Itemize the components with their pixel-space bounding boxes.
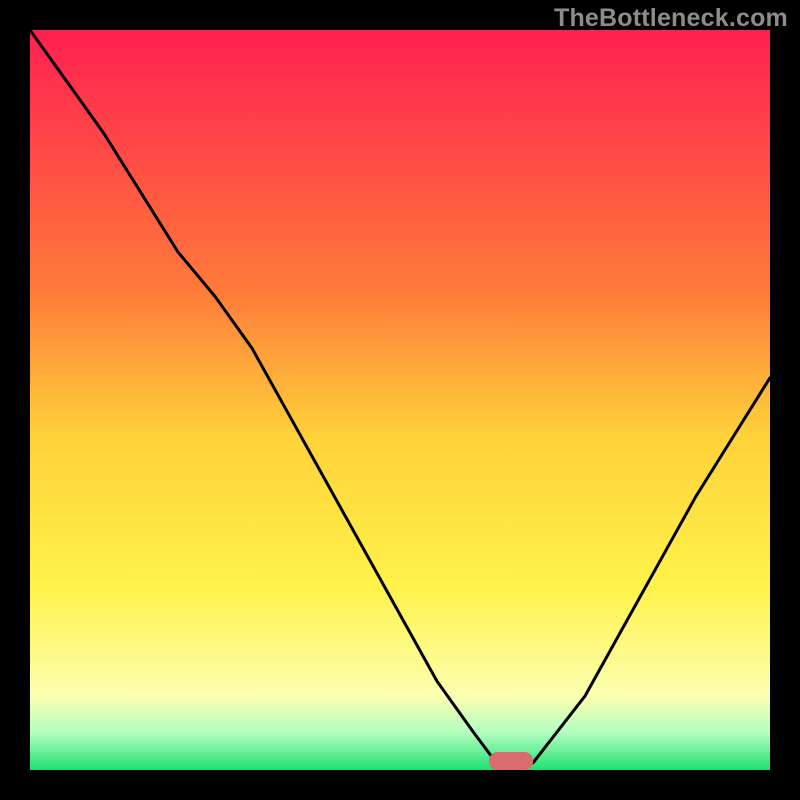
bottleneck-chart — [30, 30, 770, 770]
optimal-marker — [489, 752, 533, 770]
gradient-background — [30, 30, 770, 770]
watermark-text: TheBottleneck.com — [554, 4, 788, 33]
